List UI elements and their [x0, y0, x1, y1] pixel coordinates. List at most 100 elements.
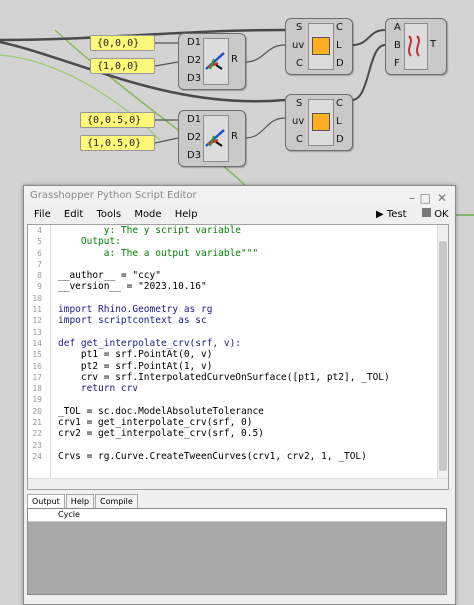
input-port[interactable]: A [394, 22, 401, 33]
component-icon-area [203, 115, 229, 162]
output-port[interactable]: D [336, 134, 344, 145]
code-line[interactable]: 19 [28, 394, 42, 405]
code-line[interactable]: 9 __version__ = "2023.10.16" [28, 281, 207, 292]
code-text: crv1 = get_interpolate_crv(srf, 0) [58, 417, 253, 429]
code-line[interactable]: 8 __author__ = "ccy" [28, 270, 161, 281]
input-port[interactable]: B [394, 40, 401, 51]
code-line[interactable]: 13 [28, 327, 42, 338]
code-editor[interactable]: 4 y: The y script variable 5 Output: 6 a: … [27, 224, 449, 490]
code-line[interactable]: 22 crv2 = get_interpolate_crv(srf, 0.5) [28, 428, 264, 439]
input-port[interactable]: C [296, 134, 303, 145]
line-number: 10 [32, 293, 42, 303]
code-line[interactable]: 23 [28, 440, 42, 451]
code-line[interactable]: 15 pt1 = srf.PointAt(0, v) [28, 349, 212, 360]
value-panel[interactable]: {1,0.5,0} [80, 135, 155, 151]
evaluate-surface-component-2[interactable]: S uv C C L D [285, 94, 353, 151]
vertical-scrollbar[interactable] [437, 225, 448, 489]
python-script-editor-window[interactable]: Grasshopper Python Script Editor – □ ✕ F… [23, 185, 456, 605]
code-text: Crvs = rg.Curve.CreateTweenCurves(crv1, … [58, 450, 367, 462]
input-port[interactable]: D1 [187, 37, 201, 48]
menu-file[interactable]: File [34, 209, 51, 220]
input-port[interactable]: C [296, 58, 303, 69]
menu-tools[interactable]: Tools [96, 209, 121, 220]
tween-curve-icon [408, 35, 420, 57]
code-line[interactable]: 24 Crvs = rg.Curve.CreateTweenCurves(crv1… [28, 451, 367, 462]
output-port[interactable]: C [336, 22, 343, 33]
construct-component-2[interactable]: D1 D2 D3 R [178, 110, 246, 167]
code-line[interactable]: 18 return crv [28, 383, 138, 394]
line-number: 21 [32, 418, 42, 428]
maximize-icon[interactable]: □ [420, 188, 431, 208]
output-port[interactable]: L [336, 116, 342, 127]
code-text: Output: [58, 236, 121, 248]
window-titlebar[interactable]: Grasshopper Python Script Editor – □ ✕ [24, 186, 455, 206]
loft-component[interactable]: A B F T [385, 18, 447, 75]
output-tabs: Output Help Compile [27, 494, 139, 508]
menu-help[interactable]: Help [175, 209, 198, 220]
code-text: a: The a output variable""" [58, 247, 259, 259]
tab-output[interactable]: Output [27, 494, 65, 508]
tab-compile[interactable]: Compile [95, 494, 138, 508]
component-icon-area [404, 23, 428, 70]
input-port[interactable]: F [394, 58, 400, 69]
input-port[interactable]: D3 [187, 150, 201, 161]
input-port[interactable]: S [296, 22, 302, 33]
input-port[interactable]: D2 [187, 55, 201, 66]
input-port[interactable]: S [296, 98, 302, 109]
output-header: Cycle [28, 509, 446, 522]
scrollbar-thumb[interactable] [439, 241, 447, 471]
input-port[interactable]: D2 [187, 132, 201, 143]
line-number: 17 [32, 372, 42, 382]
output-port[interactable]: L [336, 40, 342, 51]
ok-button[interactable]: OK [422, 206, 449, 224]
horizontal-scrollbar[interactable] [28, 478, 448, 489]
code-line[interactable]: 10 [28, 293, 42, 304]
close-icon[interactable]: ✕ [437, 188, 447, 208]
code-text: crv = srf.InterpolatedCurveOnSurface([pt… [58, 371, 390, 383]
menu-mode[interactable]: Mode [134, 209, 161, 220]
input-port[interactable]: uv [292, 116, 304, 127]
line-number: 7 [37, 259, 42, 269]
input-port[interactable]: D1 [187, 114, 201, 125]
line-number: 8 [37, 271, 42, 281]
output-panel[interactable]: Cycle [27, 508, 447, 595]
component-icon-area [308, 99, 334, 146]
code-line[interactable]: 20 _TOL = sc.doc.ModelAbsoluteTolerance [28, 406, 264, 417]
code-line[interactable]: 6 a: The a output variable""" [28, 248, 258, 259]
code-line[interactable]: 16 pt2 = srf.PointAt(1, v) [28, 361, 212, 372]
line-number: 22 [32, 429, 42, 439]
menu-edit[interactable]: Edit [64, 209, 83, 220]
code-line[interactable]: 5 Output: [28, 236, 121, 247]
code-text: pt2 = srf.PointAt(1, v) [58, 360, 213, 372]
component-icon-area [203, 38, 229, 85]
output-port[interactable]: T [430, 39, 436, 50]
evaluate-surface-component-1[interactable]: S uv C C L D [285, 18, 353, 75]
ok-icon [422, 208, 431, 217]
output-port[interactable]: D [336, 58, 344, 69]
output-port[interactable]: R [231, 54, 238, 65]
input-port[interactable]: D3 [187, 73, 201, 84]
output-port[interactable]: C [336, 98, 343, 109]
code-line[interactable]: 21 crv1 = get_interpolate_crv(srf, 0) [28, 417, 252, 428]
output-port[interactable]: R [231, 131, 238, 142]
code-line[interactable]: 12 import scriptcontext as sc [28, 315, 206, 326]
value-panel[interactable]: {0,0,0} [90, 35, 155, 51]
code-line[interactable]: 7 [28, 259, 42, 270]
line-number: 4 [37, 226, 42, 235]
code-lines: 4 y: The y script variable 5 Output: 6 a: … [28, 225, 389, 462]
value-panel[interactable]: {0,0.5,0} [80, 112, 155, 128]
code-line[interactable]: 4 y: The y script variable [28, 225, 241, 236]
test-button[interactable]: ▶ Test [376, 206, 407, 224]
input-port[interactable]: uv [292, 40, 304, 51]
line-number: 12 [32, 316, 42, 326]
surface-icon [205, 52, 225, 70]
construct-component-1[interactable]: D1 D2 D3 R [178, 33, 246, 90]
tab-help[interactable]: Help [65, 494, 95, 508]
component-icon-area [308, 23, 334, 70]
minimize-icon[interactable]: – [409, 188, 415, 208]
value-panel[interactable]: {1,0,0} [90, 58, 155, 74]
code-line[interactable]: 17 crv = srf.InterpolatedCurveOnSurface(… [28, 372, 389, 383]
line-number: 20 [32, 406, 42, 416]
code-line[interactable]: 11 import Rhino.Geometry as rg [28, 304, 212, 315]
code-line[interactable]: 14 def get_interpolate_crv(srf, v): [28, 338, 241, 349]
